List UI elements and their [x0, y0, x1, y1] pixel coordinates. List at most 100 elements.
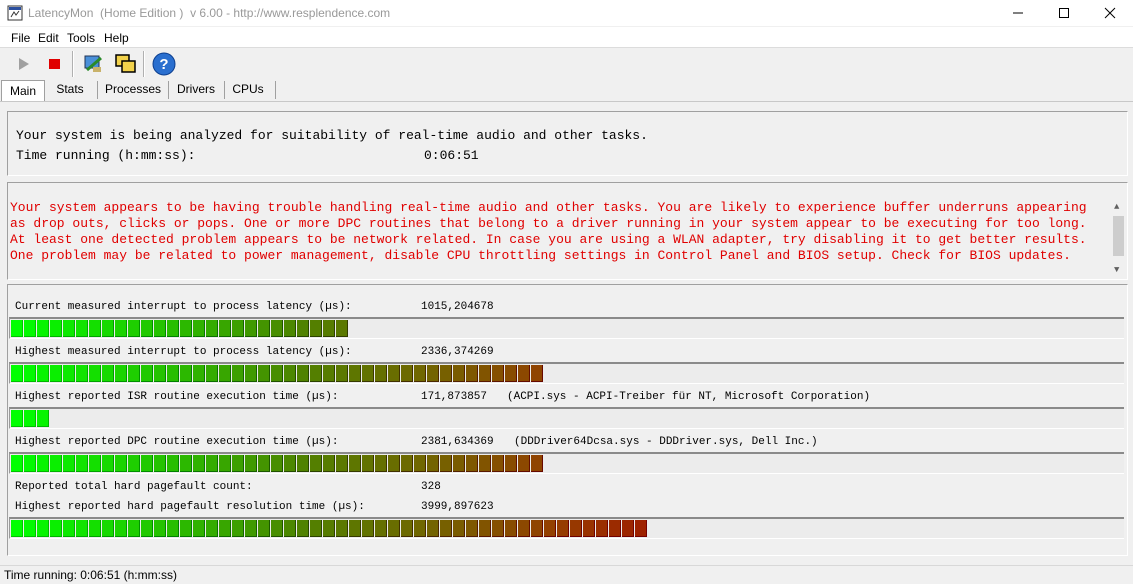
bar-segment — [349, 520, 361, 537]
analysis-message: Your system is being analyzed for suitab… — [16, 128, 648, 143]
bar-segment — [622, 520, 634, 537]
tab-drivers[interactable]: Drivers — [174, 79, 218, 99]
metric-label: Highest reported hard pagefault resoluti… — [15, 501, 365, 513]
bar-segment — [336, 520, 348, 537]
bar-segment — [336, 365, 348, 382]
status-bar: Time running: 0:06:51 (h:mm:ss) — [0, 565, 1133, 584]
bar-segment — [297, 455, 309, 472]
bar-segment — [11, 365, 23, 382]
bar-segment — [63, 365, 75, 382]
tab-stats[interactable]: Stats — [52, 79, 88, 99]
scroll-up-icon[interactable]: ▲ — [1114, 203, 1119, 212]
close-button[interactable] — [1087, 0, 1133, 26]
bar-segment — [154, 520, 166, 537]
menu-tools[interactable]: Tools — [67, 31, 95, 45]
tab-processes[interactable]: Processes — [103, 79, 163, 99]
bar-segment — [128, 365, 140, 382]
bar-segment — [635, 520, 647, 537]
warning-panel[interactable]: Your system appears to be having trouble… — [7, 182, 1128, 280]
toolbar: ? — [0, 48, 1133, 80]
bar-segment — [89, 455, 101, 472]
bar-segment — [336, 320, 348, 337]
bar-segment — [37, 455, 49, 472]
stop-icon[interactable] — [40, 50, 68, 78]
bar-segment — [388, 455, 400, 472]
submit-icon[interactable] — [79, 50, 107, 78]
bar-segment — [414, 365, 426, 382]
bar-segment — [492, 520, 504, 537]
bar-segment — [284, 365, 296, 382]
bar-segment — [531, 520, 543, 537]
bar-segment — [245, 365, 257, 382]
app-icon — [7, 5, 23, 21]
tab-cpus[interactable]: CPUs — [230, 79, 266, 99]
bar-segment — [89, 520, 101, 537]
bar-segment — [401, 365, 413, 382]
bar-fill — [11, 410, 50, 427]
bar-segment — [102, 365, 114, 382]
bar-segment — [206, 320, 218, 337]
bar-segment — [206, 520, 218, 537]
svg-text:?: ? — [159, 56, 168, 73]
bar-segment — [11, 520, 23, 537]
bar-segment — [232, 365, 244, 382]
bar-segment — [180, 365, 192, 382]
minimize-button[interactable] — [995, 0, 1041, 26]
bar-segment — [180, 520, 192, 537]
bar-segment — [505, 455, 517, 472]
bar-segment — [206, 365, 218, 382]
play-icon[interactable] — [10, 50, 38, 78]
bar-segment — [557, 520, 569, 537]
bar-segment — [128, 455, 140, 472]
menu-file[interactable]: File — [11, 31, 30, 45]
bar-segment — [284, 520, 296, 537]
bar-segment — [466, 520, 478, 537]
bar-segment — [349, 365, 361, 382]
bar-segment — [141, 365, 153, 382]
bar-segment — [180, 455, 192, 472]
bar-segment — [50, 320, 62, 337]
warning-message: Your system appears to be having trouble… — [10, 200, 1087, 263]
bar-segment — [115, 455, 127, 472]
bar-segment — [479, 365, 491, 382]
bar-segment — [297, 520, 309, 537]
time-running-label: Time running (h:mm:ss): — [16, 148, 196, 163]
bar-segment — [414, 455, 426, 472]
metric-label: Highest reported DPC routine execution t… — [15, 436, 339, 448]
bar-segment — [154, 455, 166, 472]
scroll-down-icon[interactable]: ▼ — [1114, 266, 1119, 275]
bar-segment — [258, 455, 270, 472]
windows-icon[interactable] — [111, 50, 139, 78]
metric-value: 2381,634369 — [421, 436, 494, 448]
menu-help[interactable]: Help — [104, 31, 129, 45]
bar-segment — [440, 520, 452, 537]
bar-segment — [401, 520, 413, 537]
metrics-panel: Current measured interrupt to process la… — [7, 284, 1128, 556]
bar-segment — [193, 455, 205, 472]
bar-segment — [37, 520, 49, 537]
bar-segment — [466, 365, 478, 382]
bar-segment — [284, 455, 296, 472]
bar-segment — [375, 520, 387, 537]
bar-segment — [24, 320, 36, 337]
bar-segment — [362, 455, 374, 472]
toolbar-separator — [72, 51, 74, 77]
bar-segment — [375, 365, 387, 382]
bar-segment — [518, 520, 530, 537]
help-icon[interactable]: ? — [150, 50, 178, 78]
title-bar[interactable]: LatencyMon (Home Edition ) v 6.00 - http… — [0, 0, 1133, 26]
bar-segment — [141, 520, 153, 537]
bar-segment — [245, 455, 257, 472]
window-title: LatencyMon (Home Edition ) v 6.00 - http… — [28, 6, 391, 20]
bar-segment — [323, 455, 335, 472]
maximize-button[interactable] — [1041, 0, 1087, 26]
bar-segment — [37, 410, 49, 427]
bar-segment — [141, 320, 153, 337]
tab-main[interactable]: Main — [1, 80, 45, 101]
bar-segment — [89, 320, 101, 337]
menu-edit[interactable]: Edit — [38, 31, 59, 45]
bar-segment — [388, 365, 400, 382]
scrollbar-thumb[interactable] — [1113, 216, 1124, 256]
warning-scrollbar[interactable]: ▲ ▼ — [1111, 200, 1126, 278]
bar-segment — [271, 320, 283, 337]
